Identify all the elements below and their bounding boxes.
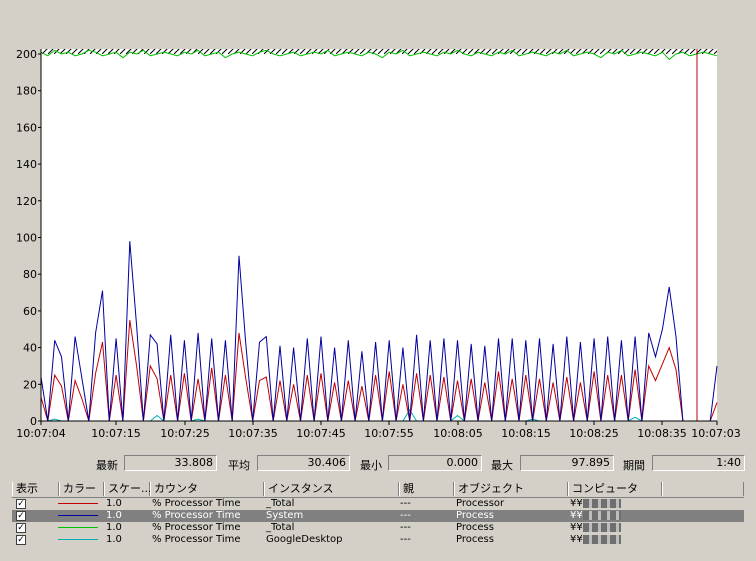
- y-tick-label: 80: [23, 268, 37, 281]
- show-checkbox[interactable]: ✓: [16, 523, 26, 533]
- x-tick-label: 10:08:05: [433, 427, 482, 440]
- performance-chart: 200180160140120100806040200 10:07:04 10:0…: [16, 48, 741, 440]
- maximum-value: 97.895: [520, 455, 614, 471]
- cell-instance: System: [266, 510, 304, 521]
- x-tick-label: 10:07:25: [160, 427, 209, 440]
- x-tick-label: 10:08:15: [501, 427, 550, 440]
- cell-object: Processor: [456, 498, 505, 509]
- cell-computer: ¥¥: [570, 498, 621, 510]
- cell-object: Process: [456, 522, 494, 533]
- cell-counter: % Processor Time: [152, 510, 241, 521]
- cell-computer: ¥¥: [570, 510, 621, 522]
- cell-scale: 1.0: [106, 522, 122, 533]
- color-swatch: [58, 539, 98, 540]
- counter-list: 表示 カラー スケー... カウンタ インスタンス 親 オブジェクト コンピュー…: [12, 482, 744, 546]
- cell-scale: 1.0: [106, 498, 122, 509]
- average-label: 平均: [228, 459, 250, 472]
- column-header-computer[interactable]: コンピュータ: [568, 482, 662, 496]
- column-header-object[interactable]: オブジェクト: [454, 482, 568, 496]
- column-header-scale[interactable]: スケー...: [104, 482, 152, 496]
- color-swatch: [58, 527, 98, 528]
- cell-parent: ---: [400, 510, 411, 521]
- y-tick-label: 20: [23, 378, 37, 391]
- cell-computer: ¥¥: [570, 534, 621, 546]
- cell-counter: % Processor Time: [152, 498, 241, 509]
- counter-list-header: 表示 カラー スケー... カウンタ インスタンス 親 オブジェクト コンピュー…: [12, 482, 744, 498]
- x-tick-label: 10:07:04: [16, 427, 65, 440]
- cell-computer: ¥¥: [570, 522, 621, 534]
- show-checkbox[interactable]: ✓: [16, 511, 26, 521]
- cell-instance: _Total: [266, 498, 295, 509]
- statistics-bar: 最新 33.808 平均 30.406 最小 0.000 最大 97.895 期…: [0, 455, 756, 475]
- show-checkbox[interactable]: ✓: [16, 535, 26, 545]
- cell-parent: ---: [400, 534, 411, 545]
- cell-object: Process: [456, 510, 494, 521]
- y-tick-label: 40: [23, 342, 37, 355]
- y-tick-label: 60: [23, 305, 37, 318]
- minimum-value: 0.000: [388, 455, 482, 471]
- counter-row[interactable]: ✓ 1.0 % Processor Time System --- Process ¥¥: [12, 510, 744, 522]
- y-tick-label: 100: [16, 232, 37, 245]
- redacted-name: [582, 534, 621, 544]
- x-tick-label: 10:07:45: [296, 427, 345, 440]
- x-tick-label: 10:07:35: [228, 427, 277, 440]
- period-value: 1:40: [652, 455, 745, 471]
- column-header-parent[interactable]: 親: [399, 482, 454, 496]
- cell-object: Process: [456, 534, 494, 545]
- x-tick-label: 10:07:15: [91, 427, 140, 440]
- period-label: 期間: [623, 459, 645, 472]
- color-swatch: [58, 503, 98, 504]
- column-header-empty: [662, 482, 744, 496]
- cell-parent: ---: [400, 522, 411, 533]
- redacted-name: [582, 498, 621, 508]
- x-tick-label: 10:08:35: [637, 427, 686, 440]
- minimum-label: 最小: [360, 459, 382, 472]
- y-tick-label: 160: [16, 121, 37, 134]
- color-swatch: [58, 515, 98, 516]
- cell-parent: ---: [400, 498, 411, 509]
- cell-counter: % Processor Time: [152, 522, 241, 533]
- latest-label: 最新: [96, 459, 118, 472]
- x-tick-label: 10:07:03: [691, 427, 740, 440]
- latest-value: 33.808: [124, 455, 217, 471]
- y-tick-label: 120: [16, 195, 37, 208]
- average-value: 30.406: [257, 455, 350, 471]
- x-tick-label: 10:07:55: [364, 427, 413, 440]
- counter-row[interactable]: ✓ 1.0 % Processor Time _Total --- Process ¥¥: [12, 522, 744, 534]
- cell-scale: 1.0: [106, 534, 122, 545]
- column-header-instance[interactable]: インスタンス: [264, 482, 399, 496]
- y-tick-label: 200: [16, 48, 37, 61]
- column-header-counter[interactable]: カウンタ: [150, 482, 264, 496]
- redacted-name: [582, 510, 621, 520]
- cell-scale: 1.0: [106, 510, 122, 521]
- y-tick-label: 180: [16, 85, 37, 98]
- counter-row[interactable]: ✓ 1.0 % Processor Time GoogleDesktop --- Proc…: [12, 534, 744, 546]
- x-tick-label: 10:08:25: [569, 427, 618, 440]
- cell-instance: GoogleDesktop: [266, 534, 343, 545]
- show-checkbox[interactable]: ✓: [16, 499, 26, 509]
- redacted-name: [582, 522, 621, 532]
- cell-instance: _Total: [266, 522, 295, 533]
- plot-area: [41, 49, 717, 421]
- counter-row[interactable]: ✓ 1.0 % Processor Time _Total --- Processor ¥¥: [12, 498, 744, 510]
- cell-counter: % Processor Time: [152, 534, 241, 545]
- maximum-label: 最大: [491, 459, 513, 472]
- column-header-show[interactable]: 表示: [12, 482, 59, 496]
- column-header-color[interactable]: カラー: [59, 482, 104, 496]
- y-tick-label: 140: [16, 158, 37, 171]
